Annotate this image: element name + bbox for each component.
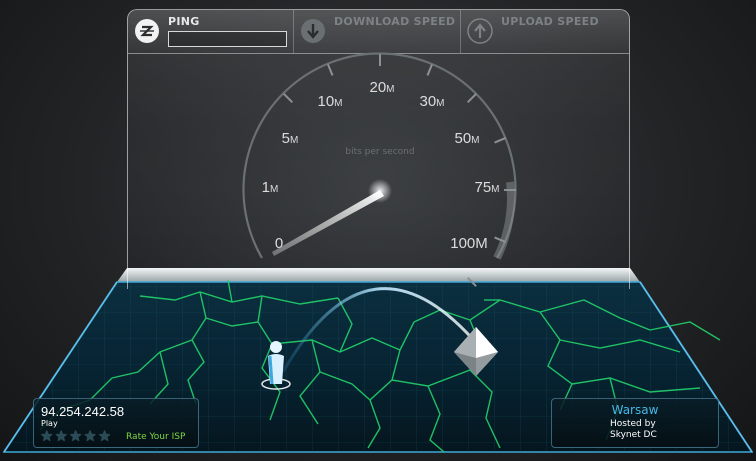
star-icon[interactable]: ★: [40, 428, 53, 444]
gauge-tick-mark: [466, 276, 477, 287]
star-icon[interactable]: ★: [83, 428, 96, 444]
server-host: Skynet DC: [610, 430, 657, 440]
rate-isp-link[interactable]: Rate Your ISP: [126, 432, 185, 442]
gauge-tick-mark: [283, 93, 294, 104]
client-ip: 94.254.242.58: [41, 404, 125, 419]
gauge-needle: [272, 179, 392, 256]
isp-rating-stars[interactable]: ★ ★ ★ ★ ★: [40, 428, 111, 444]
star-icon[interactable]: ★: [54, 428, 67, 444]
gauge-tick-mark: [426, 63, 433, 76]
gauge-tick-label: 5M: [282, 130, 299, 147]
server-info-card: Warsaw Hosted by Skynet DC: [551, 398, 719, 448]
hosted-by-label: Hosted by: [610, 419, 656, 429]
gauge-tick-label: 10M: [317, 93, 342, 110]
client-info-card: 94.254.242.58 Play ★ ★ ★ ★ ★ Rate Your ISP: [33, 398, 199, 448]
star-icon[interactable]: ★: [98, 428, 111, 444]
gauge-tick-label: 20M: [369, 79, 394, 96]
gauge-unit-caption: bits per second: [345, 147, 414, 157]
speed-gauge: 01M5M10M20M30M50M75M100M bits per second: [242, 52, 517, 287]
gauge-tick-mark: [466, 93, 477, 104]
gauge-tick-label: 30M: [419, 93, 444, 110]
gauge-tick-label: 1M: [262, 179, 279, 196]
gauge-tick-label: 100M: [450, 235, 488, 252]
gauge-tick-label: 50M: [454, 130, 479, 147]
star-icon[interactable]: ★: [69, 428, 82, 444]
gauge-tick-mark: [327, 63, 334, 76]
server-city: Warsaw: [611, 403, 659, 417]
gauge-tick-label: 75M: [474, 179, 499, 196]
gauge-tick-mark: [494, 137, 507, 144]
